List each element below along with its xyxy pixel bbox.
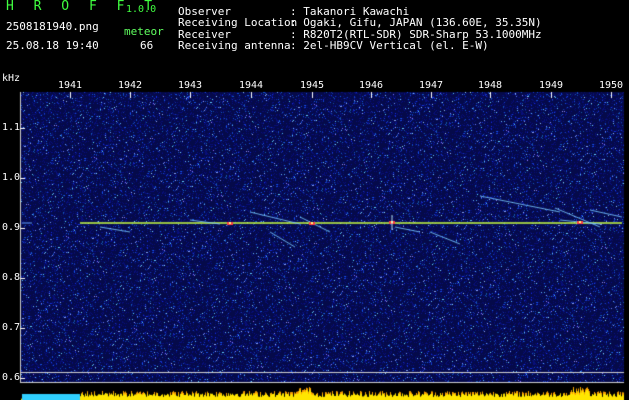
antenna-value: : 2el-HB9CV Vertical (el. E-W) — [290, 39, 489, 52]
x-tick-label: 1949 — [539, 80, 564, 91]
app-version: 1.0.0 — [126, 4, 157, 15]
file-datetime: 25.08.18 19:40 — [6, 39, 99, 52]
y-tick-label: 0.8 — [2, 272, 21, 283]
header-panel: H R O F F T 1.0.0 2508181940.png 25.08.1… — [0, 0, 629, 72]
file-name: 2508181940.png — [6, 20, 99, 33]
y-tick-label: 1.1 — [2, 122, 21, 133]
spectrogram-canvas — [0, 72, 629, 400]
x-tick-label: 1944 — [239, 80, 264, 91]
x-tick-label: 1946 — [359, 80, 384, 91]
x-tick-label: 1943 — [178, 80, 203, 91]
x-tick-label: 1947 — [419, 80, 444, 91]
meteor-count: 66 — [140, 39, 154, 52]
y-axis-unit: kHz — [2, 73, 21, 84]
x-tick-label: 1948 — [478, 80, 503, 91]
y-tick-label: 1.0 — [2, 172, 21, 183]
x-tick-label: 1942 — [118, 80, 143, 91]
x-tick-label: 1950 — [599, 80, 624, 91]
x-tick-label: 1945 — [300, 80, 325, 91]
meteor-label: meteor — [124, 25, 164, 38]
y-tick-label: 0.7 — [2, 322, 21, 333]
antenna-label: Receiving antenna — [178, 39, 291, 52]
spectrogram-panel: kHz 1.1 1.0 0.9 0.8 0.7 0.6 1941 1942 1943 1944 1… — [0, 72, 629, 400]
y-tick-label: 0.9 — [2, 222, 21, 233]
x-tick-label: 1941 — [58, 80, 83, 91]
y-tick-label: 0.6 — [2, 372, 21, 383]
